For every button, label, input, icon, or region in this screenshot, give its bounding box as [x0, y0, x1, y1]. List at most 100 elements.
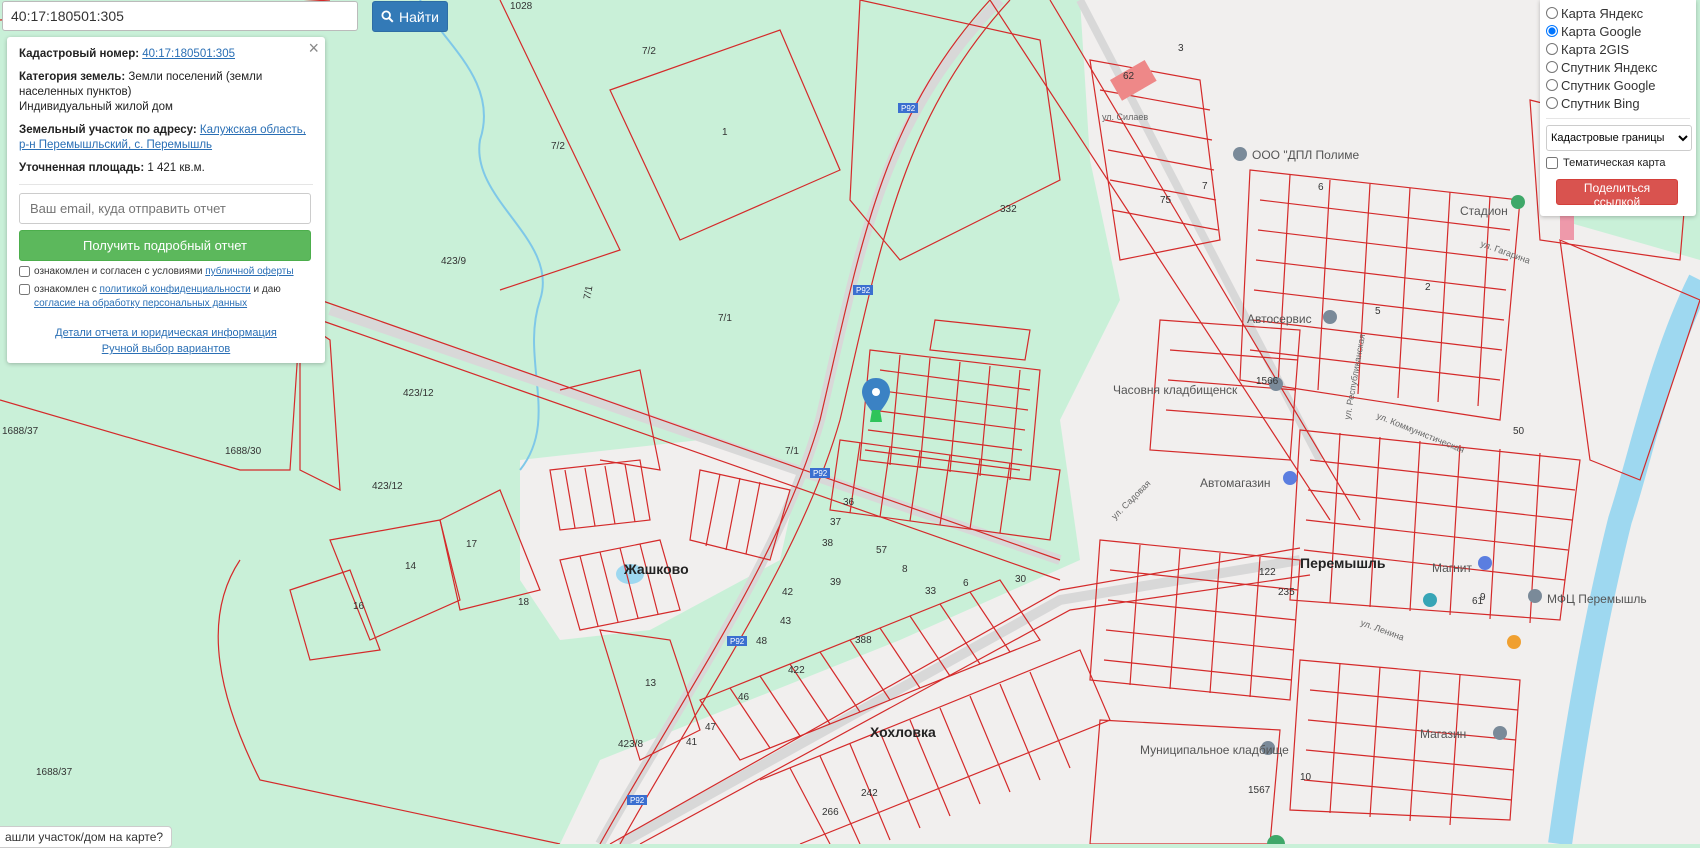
- svg-text:57: 57: [876, 545, 888, 556]
- town-label: Хохловка: [870, 724, 936, 740]
- personal-data-consent-link[interactable]: согласие на обработку персональных данны…: [34, 298, 247, 309]
- layer-radio[interactable]: [1546, 25, 1558, 37]
- svg-text:332: 332: [1000, 204, 1017, 215]
- thematic-map-checkbox[interactable]: [1546, 157, 1558, 169]
- svg-text:423/9: 423/9: [441, 256, 466, 267]
- layer-radio[interactable]: [1546, 79, 1558, 91]
- layer-radio[interactable]: [1546, 43, 1558, 55]
- divider: [1546, 118, 1690, 119]
- town-label: Перемышль: [1300, 555, 1386, 571]
- svg-text:1688/30: 1688/30: [225, 446, 262, 457]
- cadastral-number-link[interactable]: 40:17:180501:305: [142, 48, 235, 60]
- found-parcel-hint-button[interactable]: ашли участок/дом на карте?: [0, 826, 173, 848]
- street-label: ул. Силаев: [1102, 112, 1148, 122]
- boundaries-select[interactable]: Кадастровые границы: [1546, 125, 1692, 151]
- thematic-map-toggle[interactable]: Тематическая карта: [1546, 157, 1690, 169]
- agree-privacy-text: ознакомлен с: [34, 284, 97, 295]
- svg-text:122: 122: [1259, 567, 1276, 578]
- road-shield-label: Р92: [901, 104, 916, 113]
- report-details-link[interactable]: Детали отчета и юридическая информация: [55, 327, 277, 339]
- layer-radio[interactable]: [1546, 97, 1558, 109]
- layer-option-yandex-satellite[interactable]: Спутник Яндекс: [1546, 58, 1690, 76]
- layer-option-label: Карта Google: [1561, 23, 1642, 39]
- close-icon[interactable]: ×: [308, 39, 319, 57]
- layer-radio[interactable]: [1546, 7, 1558, 19]
- svg-text:422: 422: [788, 665, 805, 676]
- road-shield-label: Р92: [813, 469, 828, 478]
- search-input[interactable]: [2, 1, 358, 31]
- road-shield-label: Р92: [730, 637, 745, 646]
- poi-pin-icon: [1423, 593, 1437, 607]
- svg-text:13: 13: [645, 678, 657, 689]
- area-label: Уточненная площадь:: [19, 162, 145, 174]
- svg-text:7/1: 7/1: [718, 313, 732, 324]
- svg-text:18: 18: [518, 597, 530, 608]
- public-offer-link[interactable]: публичной оферты: [205, 266, 293, 277]
- poi-label: Автосервис: [1247, 312, 1312, 326]
- svg-text:10: 10: [1300, 772, 1312, 783]
- email-field[interactable]: [19, 193, 311, 224]
- shop-pin-icon: [1478, 556, 1492, 570]
- footer-links: Детали отчета и юридическая информация Р…: [19, 325, 313, 357]
- layer-option-google-map[interactable]: Карта Google: [1546, 22, 1690, 40]
- category-row: Категория земель: Земли поселений (земли…: [19, 70, 313, 115]
- svg-text:42: 42: [782, 587, 794, 598]
- manual-selection-link[interactable]: Ручной выбор вариантов: [102, 343, 230, 355]
- address-label: Земельный участок по адресу:: [19, 124, 197, 136]
- svg-text:41: 41: [686, 737, 698, 748]
- shop-pin-icon: [1283, 471, 1297, 485]
- layer-option-label: Карта Яндекс: [1561, 5, 1644, 21]
- search-button[interactable]: Найти: [372, 1, 448, 32]
- search-icon: [381, 10, 394, 23]
- layer-option-label: Карта 2GIS: [1561, 41, 1630, 57]
- layer-option-bing-satellite[interactable]: Спутник Bing: [1546, 94, 1690, 112]
- cadastral-label: Кадастровый номер:: [19, 48, 140, 60]
- agree-privacy-row: ознакомлен с политикой конфиденциальност…: [19, 283, 313, 311]
- layer-radio[interactable]: [1546, 61, 1558, 73]
- food-pin-icon: [1507, 635, 1521, 649]
- svg-text:7/2: 7/2: [551, 141, 565, 152]
- poi-label: МФЦ Перемышль: [1547, 592, 1647, 606]
- svg-text:1566: 1566: [1256, 376, 1279, 387]
- svg-text:7: 7: [1202, 181, 1208, 192]
- search-button-label: Найти: [399, 8, 439, 25]
- layer-option-label: Спутник Bing: [1561, 95, 1640, 111]
- poi-pin-icon: [1323, 310, 1337, 324]
- layer-option-2gis-map[interactable]: Карта 2GIS: [1546, 40, 1690, 58]
- svg-text:62: 62: [1123, 71, 1135, 82]
- agree-offer-text: ознакомлен и согласен с условиями: [34, 266, 203, 277]
- poi-label: ООО "ДПЛ Полиме: [1252, 148, 1360, 162]
- poi-label: Муниципальное кладбище: [1140, 743, 1289, 757]
- poi-label: Магазин: [1420, 727, 1466, 741]
- layer-option-google-satellite[interactable]: Спутник Google: [1546, 76, 1690, 94]
- area-row: Уточненная площадь: 1 421 кв.м.: [19, 161, 313, 176]
- get-report-button[interactable]: Получить подробный отчет: [19, 230, 311, 261]
- poi-label: Магнит: [1432, 561, 1473, 575]
- agree-privacy-checkbox[interactable]: [19, 284, 30, 295]
- svg-text:7/2: 7/2: [642, 46, 656, 57]
- svg-text:423/12: 423/12: [403, 388, 434, 399]
- agree-offer-checkbox[interactable]: [19, 266, 30, 277]
- svg-text:9: 9: [1480, 592, 1486, 603]
- svg-text:423/8: 423/8: [618, 739, 643, 750]
- agree-privacy-text2: и даю: [253, 284, 281, 295]
- share-link-button[interactable]: Поделиться ссылкой: [1556, 179, 1678, 209]
- svg-text:2: 2: [1425, 282, 1431, 293]
- svg-text:38: 38: [822, 538, 834, 549]
- svg-text:14: 14: [405, 561, 417, 572]
- svg-text:242: 242: [861, 788, 878, 799]
- svg-text:1028: 1028: [510, 1, 533, 12]
- svg-text:6: 6: [963, 578, 969, 589]
- svg-text:235: 235: [1278, 587, 1295, 598]
- area-value: 1 421 кв.м.: [147, 162, 205, 174]
- poi-pin-icon: [1528, 589, 1542, 603]
- svg-text:8: 8: [902, 564, 908, 575]
- svg-text:1688/37: 1688/37: [2, 426, 39, 437]
- layer-option-label: Спутник Google: [1561, 77, 1656, 93]
- svg-text:17: 17: [466, 539, 478, 550]
- layer-option-yandex-map[interactable]: Карта Яндекс: [1546, 4, 1690, 22]
- cadastral-row: Кадастровый номер: 40:17:180501:305: [19, 47, 313, 62]
- privacy-policy-link[interactable]: политикой конфиденциальности: [100, 284, 251, 295]
- thematic-map-label: Тематическая карта: [1563, 157, 1666, 169]
- poi-label: Часовня кладбищенск: [1113, 383, 1238, 397]
